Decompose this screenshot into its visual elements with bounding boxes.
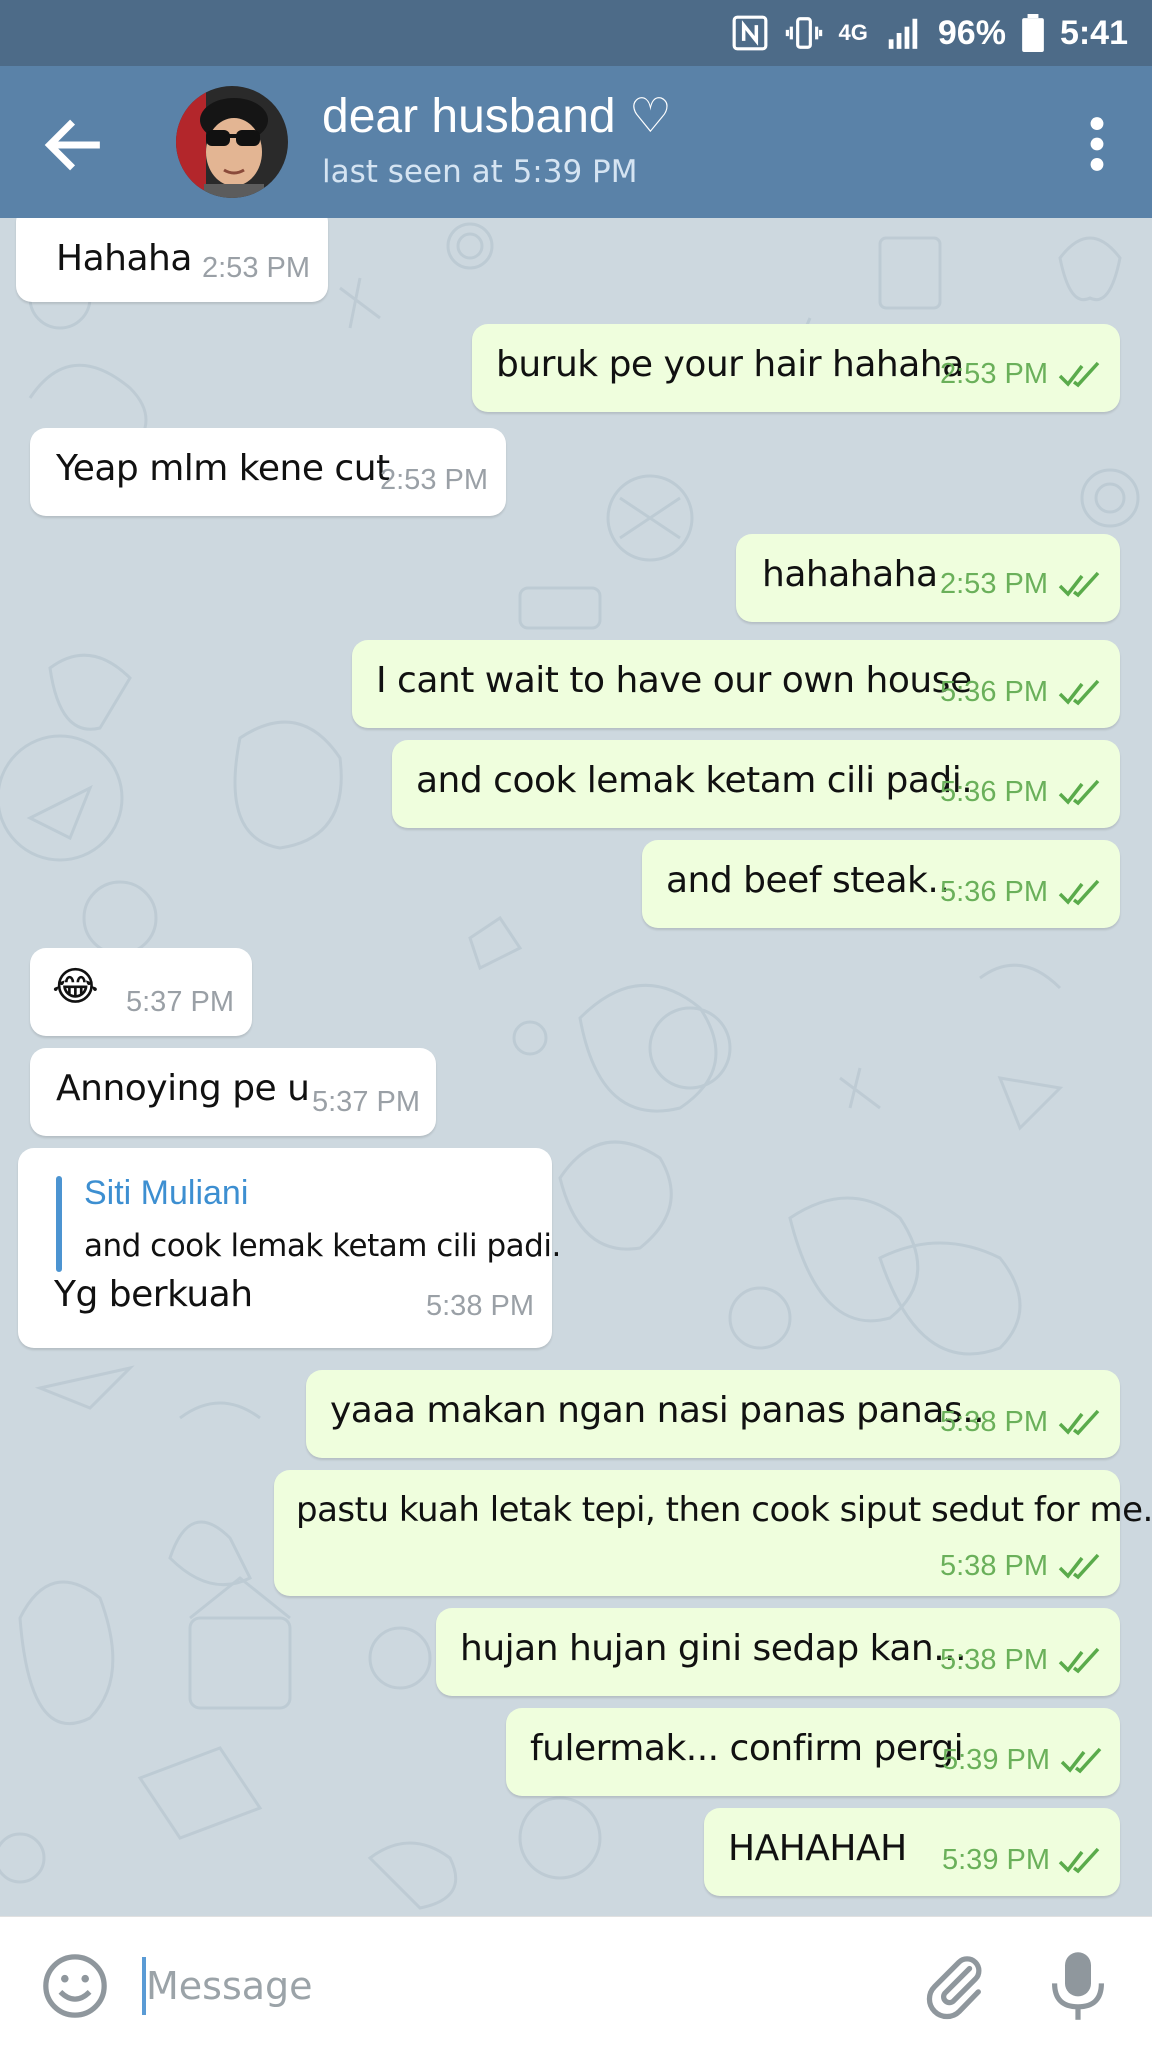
battery-percent: 96%	[937, 13, 1006, 52]
message-text: and beef steak..	[666, 860, 950, 901]
double-check-icon	[1060, 1747, 1102, 1774]
last-seen-status: last seen at 5:39 PM	[322, 154, 638, 190]
reply-accent-bar	[56, 1176, 62, 1272]
message-time: 2:53 PM	[202, 252, 310, 284]
message-composer	[0, 1916, 1152, 2049]
more-vertical-icon[interactable]	[1062, 106, 1132, 182]
message-bubble-outgoing[interactable]: I cant wait to have our own house 5:36 P…	[352, 640, 1120, 728]
message-bubble-outgoing[interactable]: fulermak... confirm pergi 5:39 PM	[506, 1708, 1120, 1796]
message-bubble-outgoing[interactable]: pastu kuah letak tepi, then cook siput s…	[274, 1470, 1152, 1596]
message-time: 2:53 PM	[380, 464, 488, 496]
message-text: Hahaha	[56, 238, 192, 279]
message-bubble-outgoing[interactable]: and beef steak.. 5:36 PM	[642, 840, 1120, 928]
message-text: and cook lemak ketam cili padi.	[416, 760, 973, 801]
message-bubble-incoming-reply[interactable]: Siti Muliani and cook lemak ketam cili p…	[18, 1148, 561, 1348]
battery-icon	[1022, 14, 1044, 52]
message-text: buruk pe your hair hahaha	[496, 344, 964, 385]
message-bubble-outgoing[interactable]: yaaa makan ngan nasi panas panas.. 5:38 …	[306, 1370, 1120, 1458]
network-type: 4G	[838, 20, 868, 45]
message-text: Yeap mlm kene cut	[56, 448, 390, 489]
message-text: Yg berkuah	[54, 1274, 253, 1315]
message-text: Annoying pe u	[56, 1068, 310, 1109]
double-check-icon	[1058, 879, 1100, 906]
message-list[interactable]: Hahaha 2:53 PM buruk pe your hair hahaha…	[0, 218, 1152, 1916]
double-check-icon	[1058, 361, 1100, 388]
status-bar: 4G 96% 5:41	[0, 0, 1152, 66]
avatar-image	[176, 86, 288, 198]
message-text: I cant wait to have our own house	[376, 660, 972, 701]
message-text: pastu kuah letak tepi, then cook siput s…	[296, 1490, 1152, 1530]
reply-quote[interactable]: and cook lemak ketam cili padi.	[84, 1228, 561, 1264]
message-time: 5:39 PM	[942, 1744, 1050, 1776]
message-time: 5:38 PM	[940, 1406, 1048, 1438]
message-time: 5:37 PM	[126, 986, 234, 1018]
message-time: 5:38 PM	[940, 1550, 1048, 1582]
message-bubble-outgoing[interactable]: buruk pe your hair hahaha 2:53 PM	[472, 324, 1120, 412]
double-check-icon	[1058, 779, 1100, 806]
microphone-icon[interactable]	[1046, 1947, 1110, 2025]
message-text: yaaa makan ngan nasi panas panas..	[330, 1390, 985, 1431]
status-icons: 4G 96% 5:41	[731, 0, 1128, 66]
message-bubble-outgoing[interactable]: HAHAHAH 5:39 PM	[704, 1808, 1120, 1896]
double-check-icon	[1058, 1647, 1100, 1674]
chat-header: dear husband ♡ last seen at 5:39 PM	[0, 66, 1152, 218]
chat-title[interactable]: dear husband ♡	[322, 88, 672, 144]
signal-icon	[888, 18, 918, 49]
message-bubble-incoming[interactable]: Yeap mlm kene cut 2:53 PM	[30, 428, 506, 516]
message-time: 5:38 PM	[426, 1290, 534, 1322]
message-time: 5:37 PM	[312, 1086, 420, 1118]
message-bubble-incoming[interactable]: Annoying pe u 5:37 PM	[30, 1048, 436, 1136]
message-time: 5:36 PM	[940, 676, 1048, 708]
double-check-icon	[1058, 1553, 1100, 1580]
smile-icon[interactable]	[40, 1951, 110, 2021]
double-check-icon	[1058, 1409, 1100, 1436]
message-time: 2:53 PM	[940, 358, 1048, 390]
double-check-icon	[1058, 1847, 1100, 1874]
double-check-icon	[1058, 571, 1100, 598]
avatar[interactable]	[176, 86, 288, 198]
message-text: HAHAHAH	[728, 1828, 907, 1869]
message-bubble-incoming[interactable]: Hahaha 2:53 PM	[16, 218, 328, 302]
message-text: hahahaha	[762, 554, 938, 595]
message-time: 5:36 PM	[940, 876, 1048, 908]
paperclip-icon[interactable]	[920, 1949, 990, 2023]
arrow-left-icon[interactable]	[38, 110, 108, 180]
nfc-icon	[732, 15, 767, 51]
double-check-icon	[1058, 679, 1100, 706]
status-time: 5:41	[1059, 13, 1128, 52]
message-time: 5:39 PM	[942, 1844, 1050, 1876]
message-bubble-outgoing[interactable]: hahahaha 2:53 PM	[736, 534, 1120, 622]
vibrate-icon	[785, 17, 822, 49]
message-bubble-outgoing[interactable]: hujan hujan gini sedap kan... 5:38 PM	[436, 1608, 1120, 1696]
message-time: 5:36 PM	[940, 776, 1048, 808]
message-time: 5:38 PM	[940, 1644, 1048, 1676]
message-time: 2:53 PM	[940, 568, 1048, 600]
reply-author[interactable]: Siti Muliani	[84, 1174, 248, 1213]
message-bubble-outgoing[interactable]: and cook lemak ketam cili padi. 5:36 PM	[392, 740, 1120, 828]
message-input[interactable]	[146, 1951, 846, 2021]
message-text: hujan hujan gini sedap kan...	[460, 1628, 967, 1669]
message-text: fulermak... confirm pergi	[530, 1728, 964, 1769]
message-bubble-incoming[interactable]: 😂 5:37 PM	[30, 948, 252, 1036]
message-emoji: 😂	[52, 964, 99, 1010]
